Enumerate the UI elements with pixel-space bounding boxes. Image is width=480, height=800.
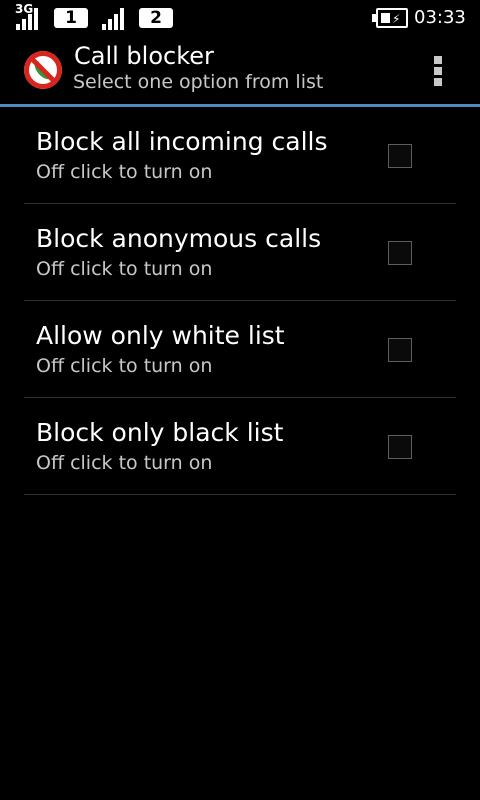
option-summary: Off click to turn on — [36, 258, 213, 280]
checkbox-block-anonymous[interactable] — [388, 241, 412, 265]
option-summary: Off click to turn on — [36, 161, 213, 183]
battery-charging-icon: ⚡ — [372, 8, 408, 28]
list-item-allow-white-list[interactable]: Allow only white list Off click to turn … — [0, 301, 480, 398]
app-title: Call blocker — [74, 42, 214, 70]
overflow-menu-button[interactable] — [420, 50, 456, 90]
overflow-menu-icon — [434, 56, 442, 64]
checkbox-allow-white-list[interactable] — [388, 338, 412, 362]
option-summary: Off click to turn on — [36, 452, 213, 474]
list-item-block-black-list[interactable]: Block only black list Off click to turn … — [0, 398, 480, 495]
sim-1-icon: 1 — [54, 8, 88, 28]
options-list: Block all incoming calls Off click to tu… — [0, 107, 480, 495]
action-bar: Call blocker Select one option from list — [0, 36, 480, 104]
status-clock: 03:33 — [414, 7, 466, 28]
option-title: Allow only white list — [36, 321, 285, 350]
list-item-block-all-incoming[interactable]: Block all incoming calls Off click to tu… — [0, 107, 480, 204]
blocked-phone-icon[interactable] — [22, 49, 64, 91]
option-title: Block only black list — [36, 418, 284, 447]
list-divider — [24, 494, 456, 495]
list-item-block-anonymous[interactable]: Block anonymous calls Off click to turn … — [0, 204, 480, 301]
checkbox-block-black-list[interactable] — [388, 435, 412, 459]
app-subtitle: Select one option from list — [73, 71, 324, 93]
checkbox-block-all-incoming[interactable] — [388, 144, 412, 168]
status-bar: 3G 1 2 ⚡ 03:33 — [0, 0, 480, 36]
sim-2-icon: 2 — [139, 8, 173, 28]
option-summary: Off click to turn on — [36, 355, 213, 377]
option-title: Block all incoming calls — [36, 127, 328, 156]
option-title: Block anonymous calls — [36, 224, 322, 253]
signal-strength-icon — [16, 6, 42, 30]
signal-strength-icon — [102, 6, 128, 30]
